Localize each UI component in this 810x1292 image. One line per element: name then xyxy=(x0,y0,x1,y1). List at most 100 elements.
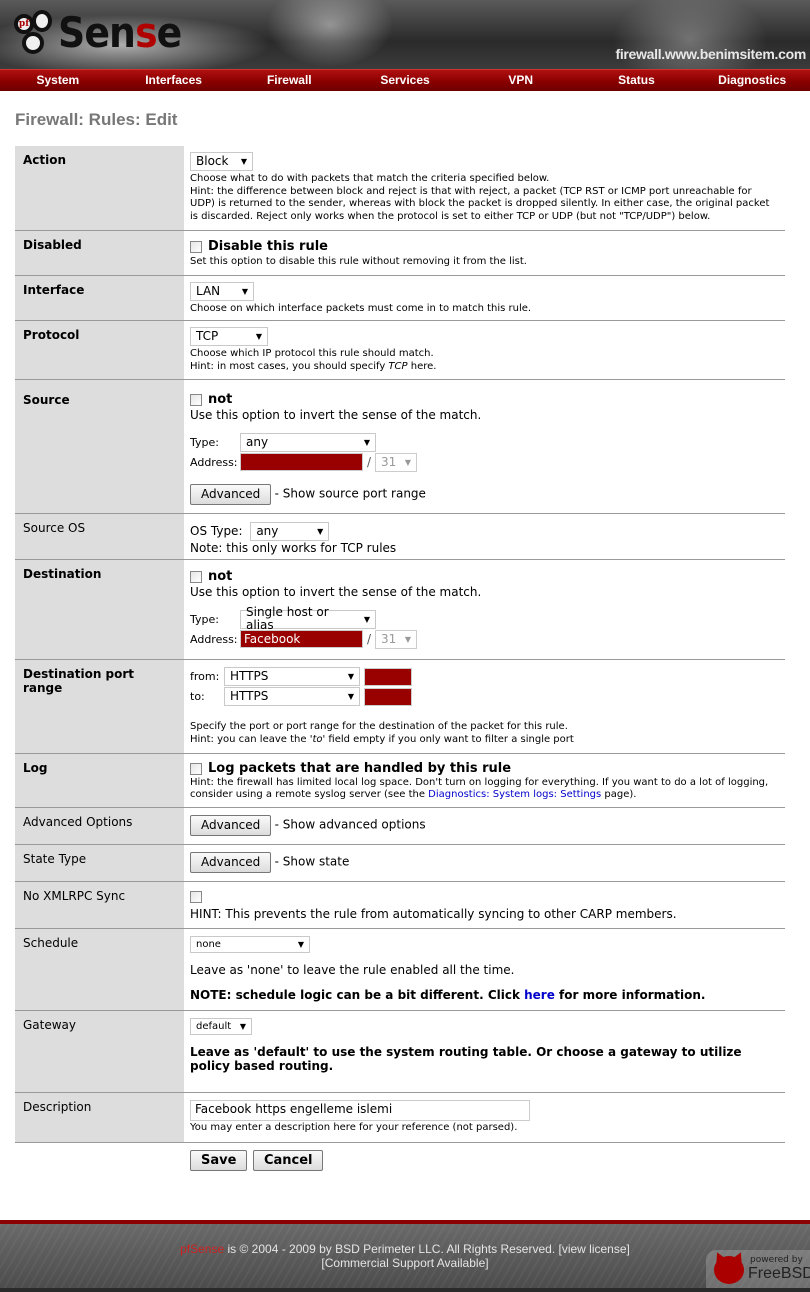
powered-by-freebsd-badge[interactable]: powered by FreeBSD xyxy=(706,1250,810,1292)
protocol-hint: Choose which IP protocol this rule shoul… xyxy=(190,348,434,359)
nav-system[interactable]: System xyxy=(0,70,116,91)
logo-p: pf xyxy=(18,19,30,29)
os-type-select[interactable]: any ▼ xyxy=(250,522,330,541)
chevron-down-icon: ▼ xyxy=(297,940,304,949)
pfsense-logo[interactable]: pf Sense xyxy=(12,8,195,58)
row-interface: Interface LAN ▼ Choose on which interface… xyxy=(15,276,785,321)
chevron-down-icon: ▼ xyxy=(239,1022,246,1031)
form-actions: Save Cancel xyxy=(15,1143,785,1178)
row-log: Log Log packets that are handled by this… xyxy=(15,754,785,808)
view-license-link[interactable]: [view license] xyxy=(559,1242,630,1256)
nav-interfaces[interactable]: Interfaces xyxy=(116,70,232,91)
row-dest-port-range: Destination port range from: HTTPS ▼ to: … xyxy=(15,660,785,754)
source-mask-select[interactable]: 31 ▼ xyxy=(375,452,418,472)
disable-rule-checkbox[interactable] xyxy=(190,240,202,253)
port-range-hint: Specify the port or port range for the d… xyxy=(190,721,568,732)
source-advanced-button[interactable]: Advanced xyxy=(190,483,272,505)
label-no-xmlrpc: No XMLRPC Sync xyxy=(15,882,184,928)
destination-address-input[interactable]: Facebook xyxy=(240,630,363,648)
advanced-options-button[interactable]: Advanced xyxy=(190,815,272,836)
chevron-down-icon: ▼ xyxy=(404,634,412,644)
source-not-hint: Use this option to invert the sense of t… xyxy=(190,407,482,422)
from-port-select[interactable]: HTTPS ▼ xyxy=(224,667,360,686)
row-schedule: Schedule none ▼ Leave as 'none' to leave … xyxy=(15,929,785,1011)
source-advanced-hint: - Show source port range xyxy=(274,486,426,500)
chevron-down-icon: ▼ xyxy=(241,287,248,296)
main-nav: System Interfaces Firewall Services VPN … xyxy=(0,69,810,91)
to-port-label: to: xyxy=(190,690,205,703)
description-hint: You may enter a description here for you… xyxy=(190,1122,518,1133)
protocol-select[interactable]: TCP ▼ xyxy=(190,327,268,346)
to-port-select[interactable]: HTTPS ▼ xyxy=(224,687,360,706)
label-log: Log xyxy=(15,754,184,807)
action-hint-2: Hint: the difference between block and r… xyxy=(190,185,770,222)
source-not-label: not xyxy=(208,392,233,407)
os-type-note: Note: this only works for TCP rules xyxy=(190,541,397,555)
commercial-support-link[interactable]: [Commercial Support Available] xyxy=(321,1256,488,1270)
nav-vpn[interactable]: VPN xyxy=(463,70,579,91)
label-schedule: Schedule xyxy=(15,929,184,1010)
chevron-down-icon: ▼ xyxy=(347,692,354,701)
logo-text: Sense xyxy=(58,8,182,57)
nav-diagnostics[interactable]: Diagnostics xyxy=(694,70,810,91)
row-source: Source not Use this option to invert the… xyxy=(15,380,785,514)
state-type-button[interactable]: Advanced xyxy=(190,852,272,873)
to-port-input[interactable] xyxy=(364,687,412,706)
chevron-down-icon: ▼ xyxy=(240,157,247,166)
log-checkbox[interactable] xyxy=(190,762,202,775)
source-address-input[interactable] xyxy=(240,453,363,471)
disable-rule-label: Disable this rule xyxy=(208,239,328,254)
chevron-down-icon: ▼ xyxy=(363,437,370,447)
schedule-hint: Leave as 'none' to leave the rule enable… xyxy=(190,963,515,977)
gateway-hint: Leave as 'default' to use the system rou… xyxy=(190,1045,742,1073)
label-state-type: State Type xyxy=(15,845,184,881)
interface-hint: Choose on which interface packets must c… xyxy=(190,303,532,314)
source-type-select[interactable]: any ▼ xyxy=(240,432,376,452)
row-destination: Destination not Use this option to inver… xyxy=(15,560,785,660)
header-banner: pf Sense firewall.www.benimsitem.com xyxy=(0,0,810,69)
rule-edit-form: Action Block ▼ Choose what to do with pac… xyxy=(15,146,785,1178)
advanced-options-hint: - Show advanced options xyxy=(274,817,426,832)
no-xmlrpc-hint: HINT: This prevents the rule from automa… xyxy=(190,907,677,921)
row-protocol: Protocol TCP ▼ Choose which IP protocol t… xyxy=(15,321,785,380)
freebsd-daemon-icon xyxy=(714,1256,744,1284)
description-input[interactable]: Facebook https engelleme islemi xyxy=(190,1100,530,1121)
action-hint: Choose what to do with packets that matc… xyxy=(190,173,550,184)
schedule-note: NOTE: schedule logic can be a bit differ… xyxy=(190,988,706,1002)
hostname: firewall.www.benimsitem.com xyxy=(615,46,806,62)
nav-services[interactable]: Services xyxy=(347,70,463,91)
destination-not-checkbox[interactable] xyxy=(190,570,202,583)
row-source-os: Source OS OS Type: any ▼ Note: this only … xyxy=(15,514,785,560)
schedule-select[interactable]: none ▼ xyxy=(190,936,310,953)
destination-type-label: Type: xyxy=(190,612,219,626)
destination-mask-select[interactable]: 31 ▼ xyxy=(375,629,418,649)
save-button[interactable]: Save xyxy=(190,1150,248,1171)
row-gateway: Gateway default ▼ Leave as 'default' to u… xyxy=(15,1011,785,1093)
destination-not-hint: Use this option to invert the sense of t… xyxy=(190,584,482,599)
gateway-select[interactable]: default ▼ xyxy=(190,1018,252,1035)
log-checkbox-label: Log packets that are handled by this rul… xyxy=(208,761,512,776)
nav-status[interactable]: Status xyxy=(579,70,695,91)
footer: pfSense is © 2004 - 2009 by BSD Perimete… xyxy=(0,1220,810,1292)
label-advanced-options: Advanced Options xyxy=(15,808,184,844)
source-not-checkbox[interactable] xyxy=(190,393,202,406)
destination-type-select[interactable]: Single host or alias ▼ xyxy=(240,606,376,632)
label-destination: Destination xyxy=(15,560,184,659)
nav-firewall[interactable]: Firewall xyxy=(231,70,347,91)
label-protocol: Protocol xyxy=(15,321,184,379)
chevron-down-icon: ▼ xyxy=(255,332,262,341)
protocol-hint-2: Hint: in most cases, you should specify … xyxy=(190,360,437,372)
interface-select[interactable]: LAN ▼ xyxy=(190,282,254,301)
action-select[interactable]: Block ▼ xyxy=(190,152,253,171)
label-disabled: Disabled xyxy=(15,231,184,275)
schedule-help-link[interactable]: here xyxy=(524,988,555,1002)
cancel-button[interactable]: Cancel xyxy=(252,1150,324,1171)
destination-address-label: Address: xyxy=(190,632,238,646)
disabled-hint: Set this option to disable this rule wit… xyxy=(190,255,527,267)
source-address-label: Address: xyxy=(190,455,238,469)
footer-brand-link[interactable]: pfSense xyxy=(180,1242,224,1256)
syslog-settings-link[interactable]: Diagnostics: System logs: Settings xyxy=(428,789,601,800)
no-xmlrpc-checkbox[interactable] xyxy=(190,891,202,903)
from-port-input[interactable] xyxy=(364,667,412,686)
os-type-label: OS Type: xyxy=(190,524,243,538)
